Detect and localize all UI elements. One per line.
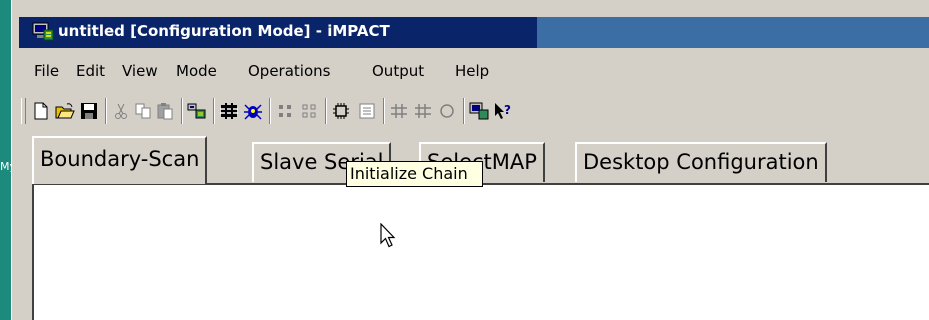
whats-this-help-icon[interactable]: ? <box>493 100 513 122</box>
menu-operations[interactable]: Operations <box>248 62 330 80</box>
menu-view[interactable]: View <box>122 62 158 80</box>
toolbar-separator <box>463 98 465 124</box>
bug-icon[interactable] <box>243 100 263 122</box>
svg-text:?: ? <box>504 103 511 117</box>
mouse-cursor-icon <box>380 222 396 253</box>
save-icon[interactable] <box>79 100 99 122</box>
menu-output[interactable]: Output <box>372 62 424 80</box>
menu-file[interactable]: File <box>34 62 59 80</box>
toolbar: ? <box>19 90 929 134</box>
cut-icon[interactable] <box>111 100 131 122</box>
copy-icon[interactable] <box>133 100 153 122</box>
tab-boundary-scan[interactable]: Boundary-Scan <box>32 136 208 184</box>
title-bar[interactable]: untitled [Configuration Mode] - iMPACT <box>19 17 929 48</box>
toolbar-separator <box>269 98 271 124</box>
desktop-strip: My <box>0 0 16 320</box>
menu-help[interactable]: Help <box>455 62 489 80</box>
menu-mode[interactable]: Mode <box>176 62 217 80</box>
grid-icon[interactable] <box>275 100 295 122</box>
circle-icon[interactable] <box>437 100 457 122</box>
toolbar-grip[interactable] <box>21 98 26 124</box>
menu-edit[interactable]: Edit <box>76 62 105 80</box>
chip-icon[interactable] <box>331 100 351 122</box>
toolbar-separator <box>105 98 107 124</box>
toolbar-separator <box>325 98 327 124</box>
tooltip: Initialize Chain <box>346 161 483 187</box>
impact-window: untitled [Configuration Mode] - iMPACT F… <box>19 0 929 320</box>
impact-app-icon[interactable] <box>32 22 54 42</box>
program2-icon[interactable] <box>413 100 433 122</box>
list-icon[interactable] <box>357 100 377 122</box>
menu-bar: File Edit View Mode Operations Output He… <box>19 48 929 90</box>
program-icon[interactable] <box>389 100 409 122</box>
grid2-icon[interactable] <box>299 100 319 122</box>
paste-icon[interactable] <box>155 100 175 122</box>
new-file-icon[interactable] <box>31 100 51 122</box>
tab-desktop-configuration[interactable]: Desktop Configuration <box>575 142 827 182</box>
initialize-chain-icon[interactable] <box>187 100 207 122</box>
window-top-edge <box>19 0 929 17</box>
monitor-icon[interactable] <box>469 100 489 122</box>
toolbar-separator <box>181 98 183 124</box>
window-title: untitled [Configuration Mode] - iMPACT <box>58 22 390 40</box>
open-folder-icon[interactable] <box>55 100 75 122</box>
window-border <box>11 0 19 320</box>
chain-icon[interactable] <box>219 100 239 122</box>
toolbar-separator <box>383 98 385 124</box>
boundary-scan-canvas[interactable] <box>32 183 929 320</box>
toolbar-separator <box>213 98 215 124</box>
